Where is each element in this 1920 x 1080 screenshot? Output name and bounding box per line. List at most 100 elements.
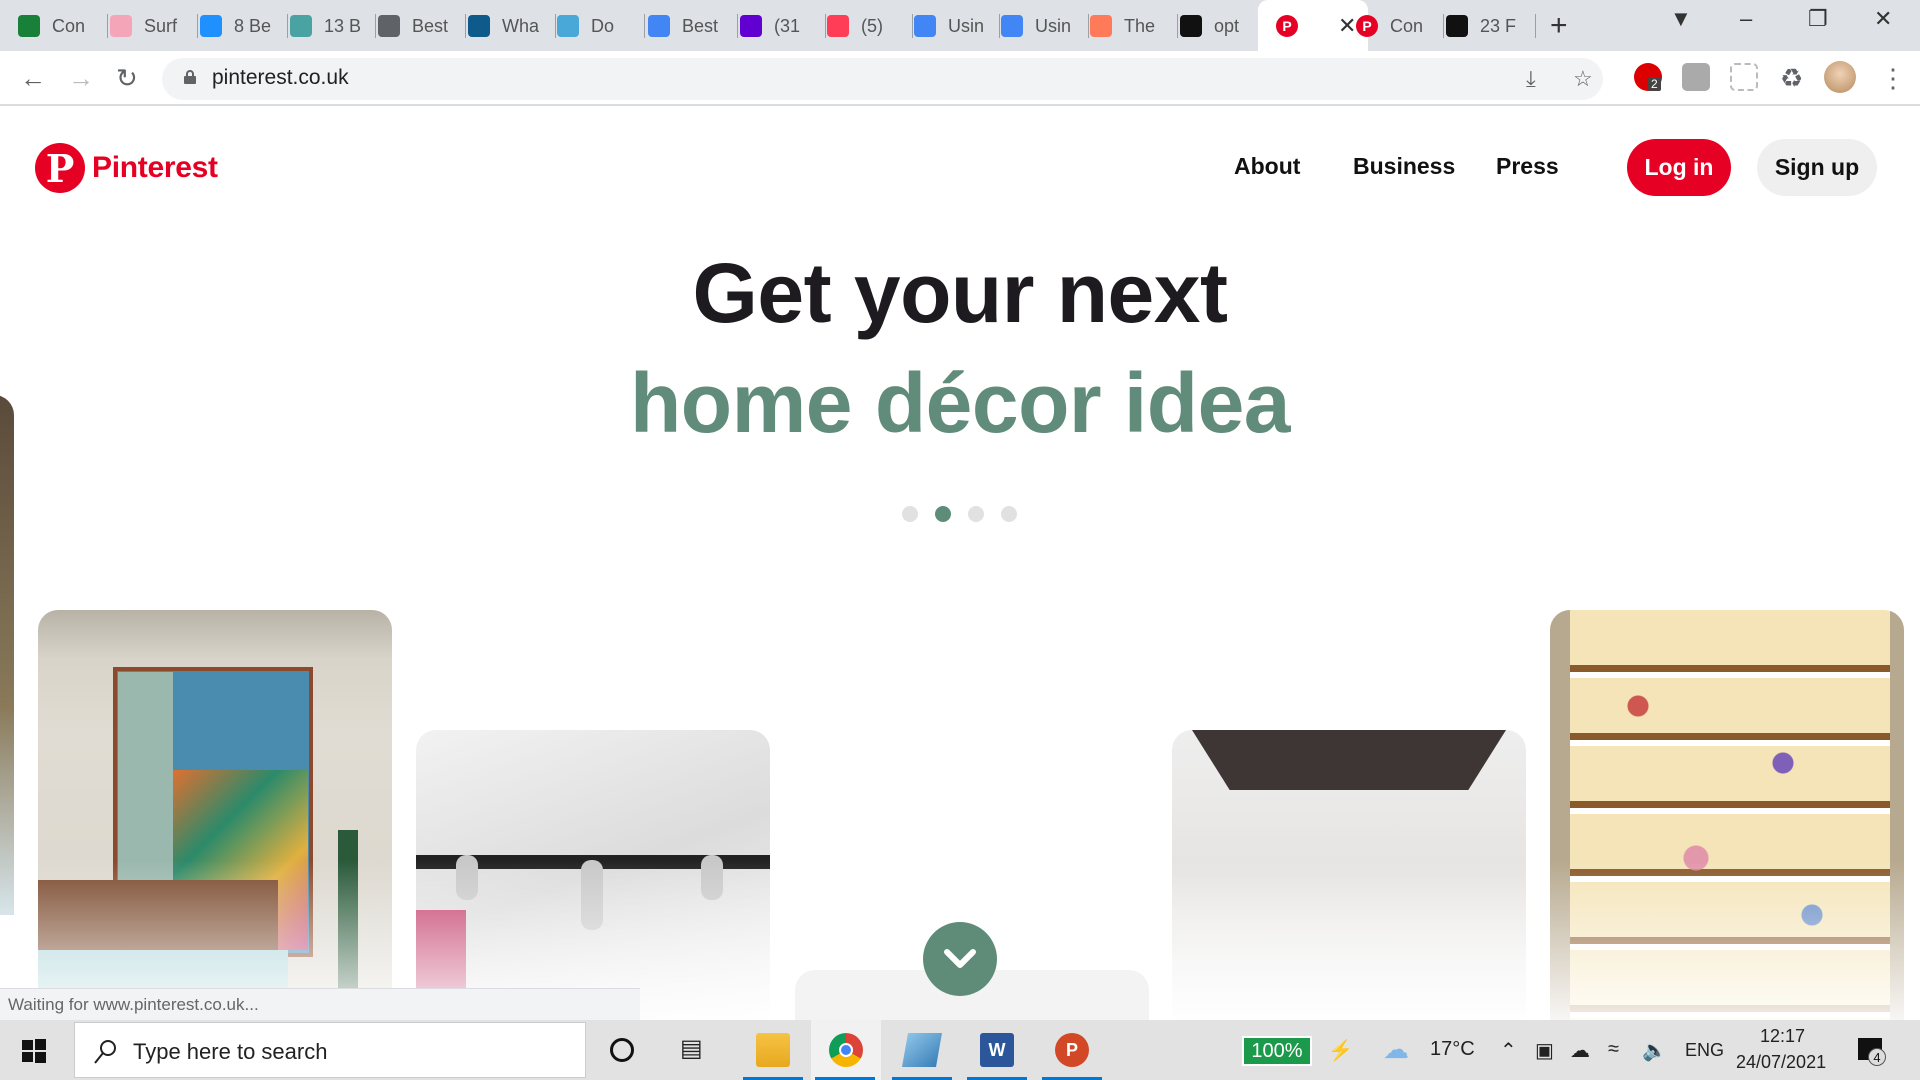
battery-indicator[interactable]: 100% [1242, 1036, 1312, 1066]
nav-business[interactable]: Business [1353, 153, 1455, 180]
browser-tab[interactable]: 13 B [290, 8, 376, 44]
carousel-dot[interactable] [1001, 506, 1017, 522]
browser-tab[interactable]: (5) [827, 8, 913, 44]
chevron-down-icon [944, 949, 976, 968]
clock-time[interactable]: 12:17 [1760, 1026, 1805, 1047]
window-close-icon[interactable]: ✕ [1874, 6, 1892, 32]
browser-tab[interactable]: Usin [1001, 8, 1089, 44]
close-tab-icon[interactable]: ✕ [1338, 13, 1356, 39]
chrome-icon[interactable] [829, 1033, 863, 1067]
pinterest-logo[interactable]: P Pinterest [35, 143, 218, 193]
browser-tab[interactable]: Best [648, 8, 738, 44]
hootsuite-owl-icon [1446, 15, 1468, 37]
browser-tab[interactable]: 8 Be [200, 8, 288, 44]
notepad-icon[interactable] [902, 1033, 942, 1067]
browser-tab[interactable]: Usin [914, 8, 1000, 44]
google-docs-icon [914, 15, 936, 37]
tab-title: Con [1390, 15, 1424, 36]
url-text[interactable]: pinterest.co.uk [212, 66, 349, 90]
google-docs-icon [648, 15, 670, 37]
scroll-down-button[interactable] [923, 922, 997, 996]
image-card-bathroom[interactable] [416, 730, 770, 1020]
file-explorer-icon[interactable] [756, 1033, 790, 1067]
browser-tab[interactable]: opt [1180, 8, 1266, 44]
p-extension-icon[interactable] [1730, 63, 1758, 91]
search-icon [94, 1040, 116, 1064]
screen: Con Surf 8 Be 13 B Best Wha Do Best (31 (5) Usin Us… [0, 0, 1920, 1080]
reload-button[interactable]: ↻ [116, 63, 138, 93]
carousel-dot[interactable] [902, 506, 918, 522]
tab-title: (5) [861, 15, 883, 36]
h-logo-icon [468, 15, 490, 37]
clock-date[interactable]: 24/07/2021 [1736, 1052, 1826, 1073]
search-placeholder: Type here to search [133, 1039, 328, 1064]
carousel-dot[interactable] [935, 506, 951, 522]
carousel-dots [902, 506, 1017, 522]
browser-tab[interactable]: Do [557, 8, 645, 44]
restore-icon[interactable]: ❐ [1808, 6, 1828, 32]
extensions-puzzle-icon[interactable]: ♻ [1780, 63, 1803, 93]
cortana-icon[interactable] [610, 1038, 634, 1062]
touch-extension-icon[interactable] [1682, 63, 1710, 91]
carousel-dot[interactable] [968, 506, 984, 522]
browser-tab[interactable]: Con [18, 8, 108, 44]
show-hidden-icons-chevron[interactable]: ⌃ [1500, 1038, 1517, 1063]
tab-separator [1535, 14, 1536, 38]
tab-search-icon[interactable]: ▼ [1670, 6, 1692, 32]
tab-title: Con [52, 15, 86, 36]
browser-tab[interactable]: Wha [468, 8, 556, 44]
tab-separator [999, 14, 1000, 38]
tab-title: Best [682, 15, 719, 36]
bookmark-star-icon[interactable]: ☆ [1573, 66, 1593, 92]
tab-active[interactable]: P ✕ [1258, 0, 1368, 51]
image-card-hallway[interactable] [1172, 730, 1526, 1020]
signup-button[interactable]: Sign up [1757, 139, 1877, 196]
tab-separator [1088, 14, 1089, 38]
menu-kebab-icon[interactable]: ⋮ [1880, 63, 1906, 93]
login-button[interactable]: Log in [1627, 139, 1731, 196]
tab-separator [825, 14, 826, 38]
power-plug-icon: ⚡ [1328, 1040, 1353, 1062]
taskbar-search-box[interactable]: Type here to search [74, 1022, 586, 1078]
temperature[interactable]: 17°C [1430, 1038, 1475, 1061]
word-icon[interactable]: W [980, 1033, 1014, 1067]
o-logo-icon [1180, 15, 1202, 37]
pinterest-icon: P [35, 143, 85, 193]
onedrive-cloud-icon[interactable]: ☁ [1570, 1038, 1590, 1063]
back-button[interactable]: ← [20, 63, 46, 93]
browser-tab[interactable]: 23 F [1446, 8, 1536, 44]
browser-tab[interactable]: (31 [740, 8, 826, 44]
profile-avatar[interactable] [1824, 61, 1856, 93]
tab-separator [375, 14, 376, 38]
wifi-icon[interactable]: ≈ [1608, 1038, 1619, 1061]
volume-icon[interactable]: 🔈 [1642, 1038, 1667, 1063]
windows-start-icon[interactable] [22, 1039, 46, 1063]
browser-tab[interactable]: The [1090, 8, 1178, 44]
weather-cloud-icon[interactable]: ☁ [1383, 1034, 1409, 1065]
tab-separator [107, 14, 108, 38]
install-icon[interactable]: ⤓ [1526, 66, 1536, 92]
adblock-extension-icon[interactable]: 2 [1634, 63, 1662, 91]
tab-title: opt [1214, 15, 1240, 36]
new-tab-button[interactable]: + [1550, 8, 1568, 44]
powerpoint-icon[interactable]: P [1055, 1033, 1089, 1067]
address-bar[interactable]: pinterest.co.uk ⤓ ☆ [162, 58, 1603, 100]
browser-tab[interactable]: Best [378, 8, 466, 44]
task-view-icon[interactable]: ▤ [680, 1034, 703, 1063]
nav-about[interactable]: About [1234, 153, 1300, 180]
image-card-staircase[interactable] [1550, 610, 1904, 1020]
forward-button[interactable]: → [68, 63, 94, 93]
google-docs-icon [1001, 15, 1023, 37]
browser-tab[interactable]: Surf [110, 8, 198, 44]
image-card-bedroom[interactable] [38, 610, 392, 1020]
headline-line-2: home décor idea [629, 356, 1291, 450]
language-indicator[interactable]: ENG [1685, 1040, 1724, 1061]
browser-tab[interactable]: P Con [1356, 8, 1444, 44]
windows-taskbar: Type here to search ▤ W P 100% ⚡ ☁ 17°C … [0, 1020, 1920, 1080]
monday-icon [827, 15, 849, 37]
partial-image-card[interactable] [0, 395, 14, 915]
action-center-icon[interactable]: 4 [1858, 1038, 1886, 1066]
meet-now-icon[interactable]: ▣ [1535, 1038, 1554, 1063]
nav-press[interactable]: Press [1496, 153, 1559, 180]
minimize-icon[interactable]: – [1740, 6, 1752, 32]
